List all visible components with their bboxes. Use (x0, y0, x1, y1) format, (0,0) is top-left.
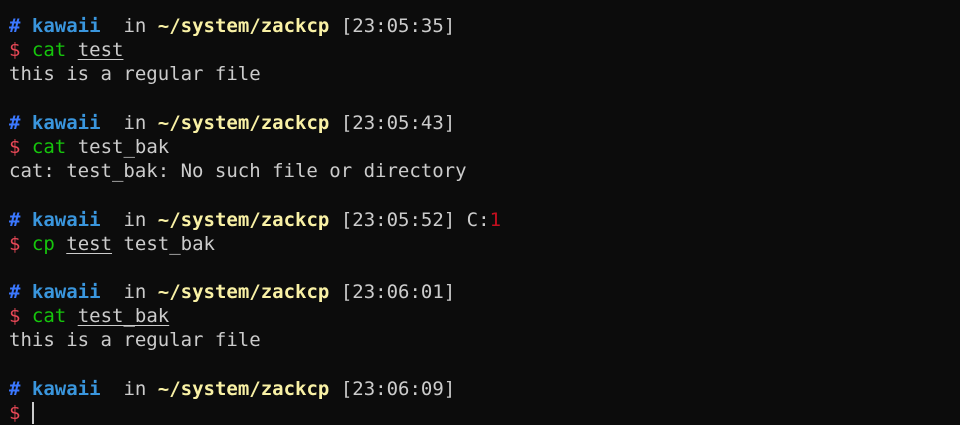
prompt-time: [23:05:35] (340, 15, 456, 37)
prompt-dollar: $ (9, 232, 21, 255)
prompt-user: kawaii (31, 377, 101, 400)
prompt-hash: # (9, 377, 21, 400)
prompt-user: kawaii (31, 281, 101, 304)
exit-code-label: C: (466, 208, 490, 231)
prompt-path: ~/system/zackcp (157, 208, 330, 231)
command-line: $ cat test_bak (9, 135, 960, 159)
prompt-path: ~/system/zackcp (157, 281, 330, 304)
prompt-time: [23:05:52] (340, 208, 456, 231)
prompt-in: in (123, 208, 147, 231)
prompt-time: [23:06:01] (340, 281, 456, 304)
prompt-hash: # (9, 281, 21, 304)
prompt-in: in (123, 377, 147, 400)
command-arg: test (77, 39, 124, 62)
prompt-user: kawaii (31, 111, 101, 134)
command-arg: test_bak (77, 135, 170, 158)
prompt-in: in (123, 281, 147, 304)
prompt-time: [23:05:43] (340, 111, 456, 134)
command-output: cat: test_bak: No such file or directory (9, 160, 467, 183)
prompt-line: # kawaii in ~/system/zackcp [23:06:01] (9, 280, 960, 304)
prompt-user: kawaii (31, 15, 101, 37)
prompt-line: # kawaii in ~/system/zackcp [23:05:43] (9, 111, 960, 135)
command-arg: test_bak (77, 305, 170, 328)
command-name: cat (31, 39, 67, 62)
prompt-dollar: $ (9, 305, 21, 328)
prompt-dollar: $ (9, 39, 21, 62)
prompt-path: ~/system/zackcp (157, 377, 330, 400)
command-line[interactable]: $ (9, 401, 960, 425)
command-line: $ cat test (9, 38, 960, 62)
command-name: cat (31, 305, 67, 328)
prompt-line: # kawaii in ~/system/zackcp [23:06:09] (9, 377, 960, 401)
command-output: this is a regular file (9, 63, 261, 86)
prompt-path: ~/system/zackcp (157, 111, 330, 134)
command-name: cat (31, 135, 67, 158)
text-cursor[interactable] (32, 401, 35, 424)
command-line: $ cp test test_bak (9, 232, 960, 256)
terminal-window[interactable]: # kawaii in ~/system/zackcp [23:05:35] $… (0, 0, 960, 425)
prompt-user: kawaii (31, 208, 101, 231)
prompt-line: # kawaii in ~/system/zackcp [23:05:52] C… (9, 208, 960, 232)
command-arg: test (66, 232, 113, 255)
command-line: $ cat test_bak (9, 304, 960, 328)
prompt-dollar: $ (9, 135, 21, 158)
prompt-path: ~/system/zackcp (157, 15, 330, 37)
exit-code-value: 1 (489, 208, 502, 231)
command-name: cp (31, 232, 55, 255)
prompt-in: in (123, 111, 147, 134)
command-arg-2: test_bak (123, 232, 215, 255)
prompt-hash: # (9, 15, 21, 37)
prompt-hash: # (9, 111, 21, 134)
prompt-hash: # (9, 208, 21, 231)
prompt-line: # kawaii in ~/system/zackcp [23:05:35] (9, 14, 960, 38)
prompt-dollar: $ (9, 402, 21, 424)
prompt-time: [23:06:09] (340, 377, 456, 400)
command-output: this is a regular file (9, 329, 261, 352)
prompt-in: in (123, 15, 147, 37)
